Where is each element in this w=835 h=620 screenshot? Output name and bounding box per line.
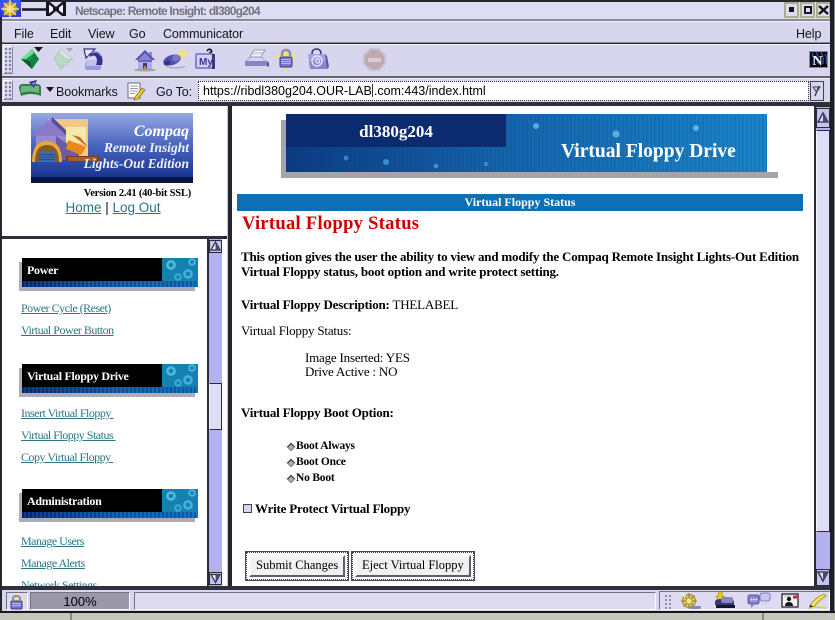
svg-text:My: My (199, 57, 213, 68)
svg-text:Compaq: Compaq (134, 123, 189, 140)
svg-text:N: N (813, 54, 823, 69)
svg-text:Remote Insight: Remote Insight (103, 140, 190, 155)
svg-text:Lights-Out Edition: Lights-Out Edition (83, 156, 189, 171)
